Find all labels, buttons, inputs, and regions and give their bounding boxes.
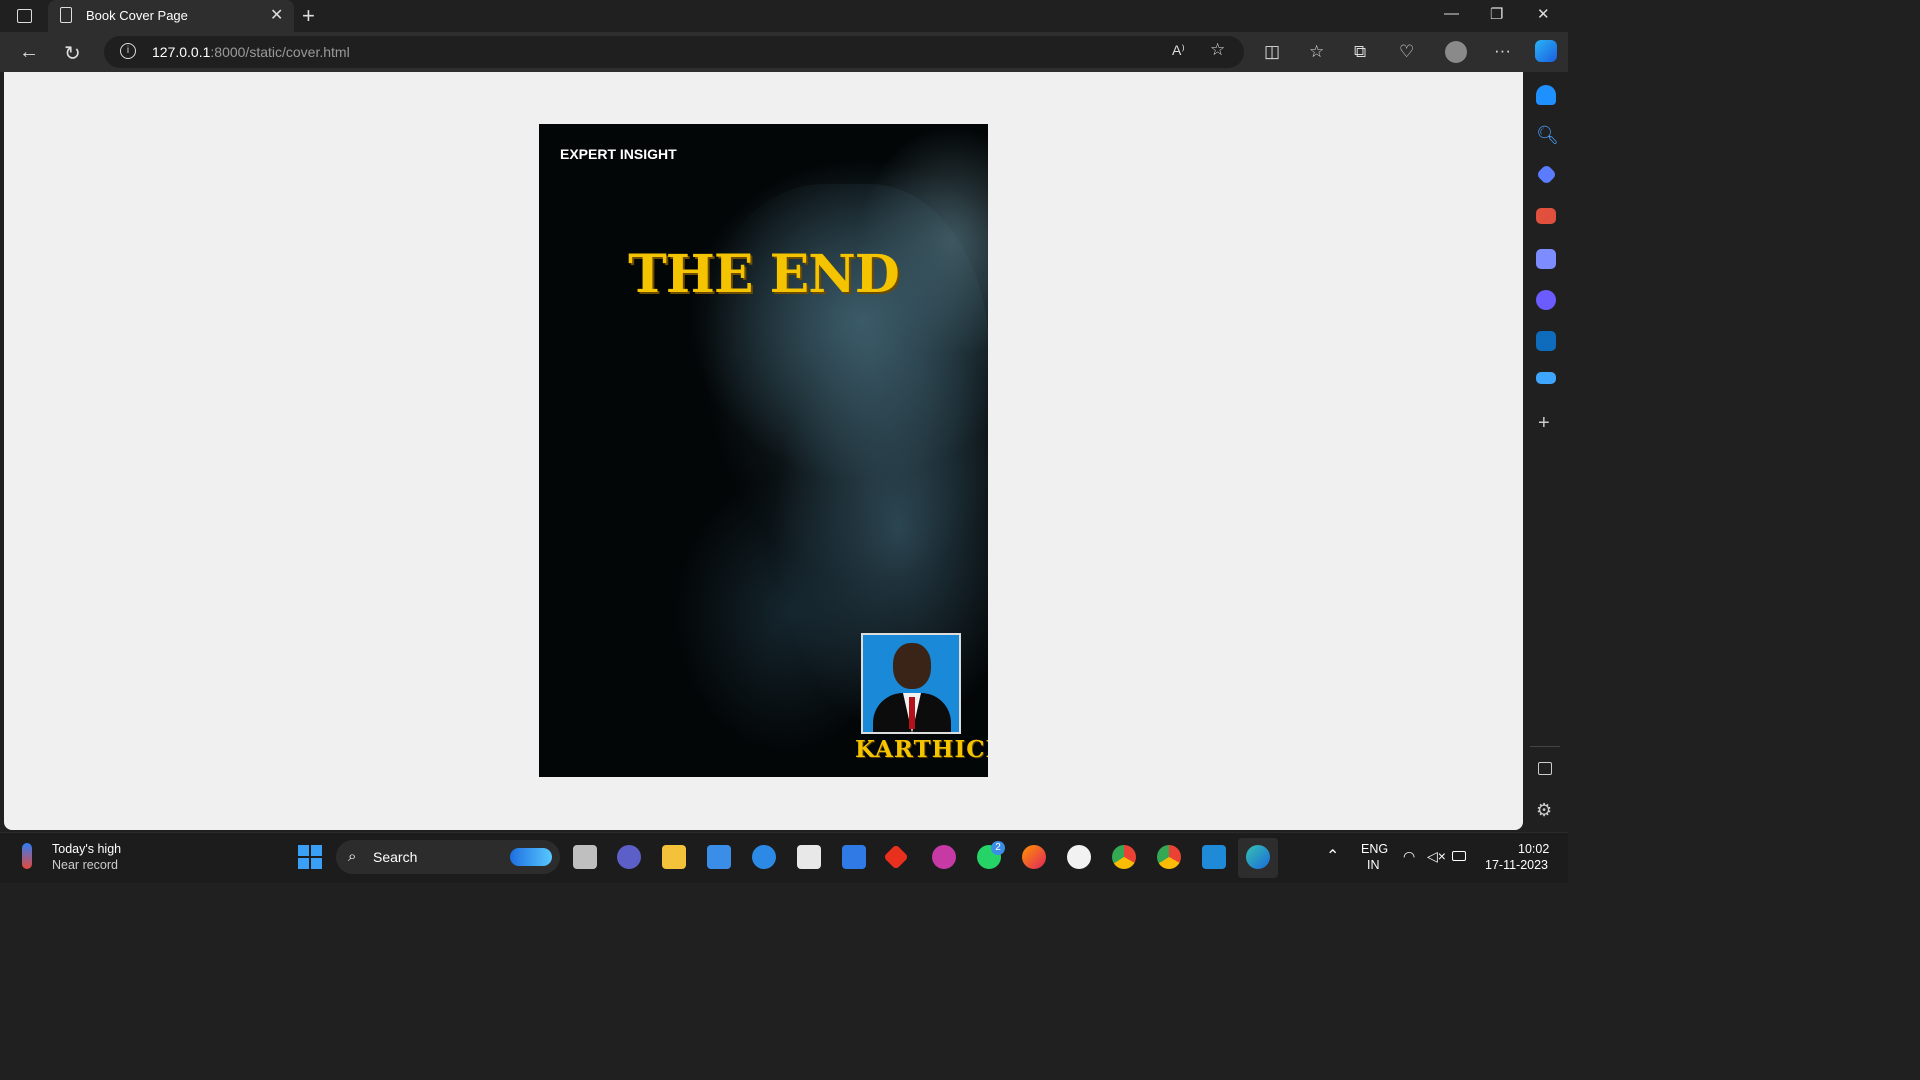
book-cover: EXPERT INSIGHT THE END KARTHICK (539, 124, 988, 777)
chrome-profile-icon[interactable] (1157, 845, 1181, 869)
help-icon[interactable] (752, 845, 776, 869)
close-window-icon[interactable]: ✕ (1537, 5, 1550, 23)
url-text: 127.0.0.1:8000/static/cover.html (152, 44, 350, 60)
clock-date[interactable]: 17-11-2023 (1485, 858, 1548, 872)
battery-icon[interactable] (1452, 851, 1466, 861)
drop-icon[interactable] (1536, 372, 1556, 384)
tab-actions-icon[interactable] (17, 9, 32, 23)
sidebar-divider (1530, 746, 1560, 747)
refresh-icon[interactable]: ↻ (64, 41, 81, 66)
wifi-icon[interactable]: ◠ (1403, 848, 1415, 865)
search-highlight-icon (510, 848, 552, 866)
edge-sidebar (1524, 72, 1568, 830)
author-name: KARTHICK (855, 736, 988, 763)
collections-icon[interactable]: ⧉ (1354, 42, 1366, 62)
split-screen-icon[interactable]: ◫ (1264, 42, 1280, 62)
chrome-icon[interactable] (1112, 845, 1136, 869)
weather-subtitle[interactable]: Near record (52, 858, 118, 872)
file-explorer-icon[interactable] (662, 845, 686, 869)
notepad-icon[interactable] (842, 845, 866, 869)
search-label: Search (373, 849, 418, 865)
tab-book-cover[interactable]: Book Cover Page ✕ (48, 0, 294, 32)
minimize-icon[interactable]: — (1444, 5, 1459, 22)
restore-icon[interactable]: ❐ (1490, 5, 1503, 23)
sidebar-settings-icon[interactable]: ⚙ (1536, 800, 1552, 821)
windows-start-icon[interactable] (298, 845, 322, 869)
cover-title: THE END (628, 244, 900, 305)
address-bar[interactable]: i 127.0.0.1:8000/static/cover.html A⁾ ☆ (104, 36, 1244, 68)
author-head (893, 643, 931, 689)
hide-sidebar-icon[interactable] (1538, 762, 1552, 775)
mail-icon[interactable] (707, 845, 731, 869)
whatsapp-badge: 2 (991, 841, 1005, 855)
teams-chat-icon[interactable] (617, 845, 641, 869)
favorites-icon[interactable]: ☆ (1309, 42, 1324, 62)
search-icon: ⌕ (348, 848, 357, 865)
url-host: 127.0.0.1 (152, 44, 211, 60)
add-sidebar-app-icon[interactable]: + (1538, 412, 1550, 435)
notification-bell-icon[interactable] (1536, 85, 1556, 105)
back-icon[interactable]: ← (19, 41, 39, 64)
vscode-icon[interactable] (1202, 845, 1226, 869)
read-aloud-icon[interactable]: A⁾ (1172, 42, 1185, 59)
author-photo (861, 633, 961, 734)
search-sidebar-icon[interactable]: 🔍︎ (1536, 125, 1559, 146)
favorite-star-icon[interactable]: ☆ (1210, 40, 1225, 60)
clock-time[interactable]: 10:02 (1518, 842, 1549, 856)
language-label[interactable]: ENG (1361, 842, 1388, 856)
show-hidden-icons-icon[interactable]: ⌃ (1326, 846, 1339, 866)
browser-essentials-icon[interactable]: ♡ (1399, 42, 1414, 62)
url-path: :8000/static/cover.html (210, 44, 350, 60)
weather-title[interactable]: Today's high (52, 842, 121, 856)
messenger-icon[interactable] (1067, 845, 1091, 869)
close-tab-icon[interactable]: ✕ (270, 5, 283, 25)
cover-tagline: EXPERT INSIGHT (560, 146, 677, 162)
volume-muted-icon[interactable]: ◁× (1427, 848, 1446, 865)
edge-icon[interactable] (1246, 845, 1270, 869)
games-icon[interactable] (1536, 249, 1556, 269)
copilot-icon[interactable] (1535, 40, 1557, 62)
task-view-icon[interactable] (573, 845, 597, 869)
tools-briefcase-icon[interactable] (1536, 208, 1556, 224)
outlook-icon[interactable] (1536, 331, 1556, 351)
author-tie (909, 697, 915, 729)
microsoft-store-icon[interactable] (797, 845, 821, 869)
taskbar-search[interactable]: ⌕ Search (336, 840, 560, 874)
region-label[interactable]: IN (1367, 858, 1380, 872)
firefox-icon[interactable] (1022, 845, 1046, 869)
microsoft-365-icon[interactable] (1536, 290, 1556, 310)
more-options-icon[interactable]: ··· (1494, 41, 1511, 61)
document-icon (60, 7, 72, 23)
wps-icon[interactable] (932, 845, 956, 869)
profile-avatar[interactable] (1445, 41, 1467, 63)
new-tab-icon[interactable]: + (302, 3, 315, 29)
thermometer-icon[interactable] (22, 843, 32, 869)
tab-title: Book Cover Page (86, 8, 188, 23)
site-info-icon[interactable]: i (120, 43, 136, 59)
